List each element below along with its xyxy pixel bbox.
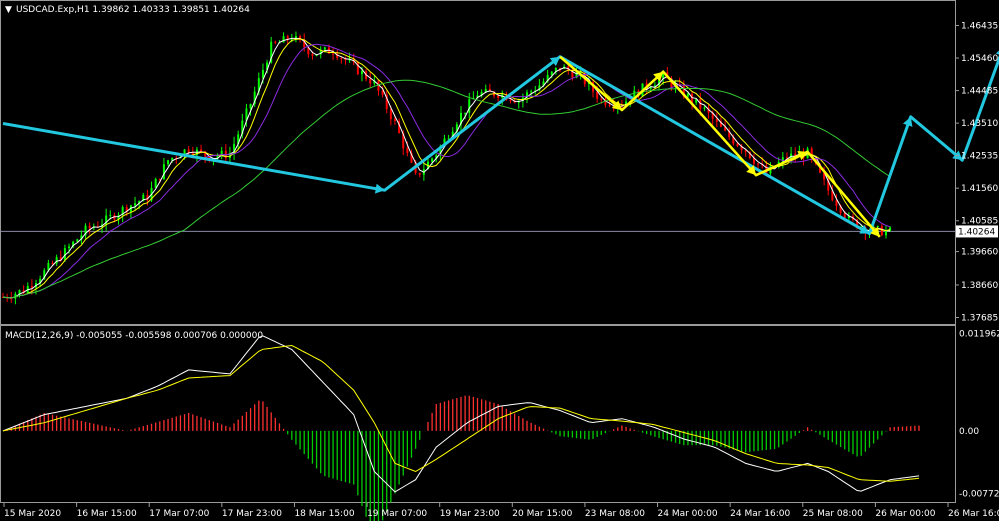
chart-window: 1.46435 1.45460 1.44485 1.43510 1.42535 1.415… <box>0 0 999 521</box>
y-tick-label: 1.45460 <box>961 54 998 64</box>
candle-body <box>406 148 409 153</box>
y-tick-label: 1.38660 <box>961 281 998 291</box>
macd-layer <box>2 335 920 521</box>
x-tick-label: 18 Mar 15:00 <box>294 509 354 519</box>
candle-body <box>68 246 71 249</box>
candle-body <box>167 160 170 165</box>
x-tick-label: 15 Mar 2020 <box>4 509 61 519</box>
candle-body <box>360 71 363 75</box>
candle-body <box>757 163 760 165</box>
macd-y-tick-label: 0.00 <box>959 427 979 437</box>
dropdown-triangle-icon[interactable]: ▼ <box>5 5 12 15</box>
candle-body <box>843 213 846 219</box>
candle-body <box>162 164 165 180</box>
x-tick-label: 19 Mar 23:00 <box>440 509 500 519</box>
y-tick-label: 1.44485 <box>961 87 998 97</box>
candle-body <box>154 178 157 188</box>
candle-body <box>332 53 335 55</box>
x-tick-label: 17 Mar 23:00 <box>222 509 282 519</box>
candle-body <box>311 54 314 56</box>
candle-body <box>464 112 467 114</box>
candle-body <box>736 143 739 147</box>
y-tick-label: 1.42535 <box>961 152 998 162</box>
candle-body <box>884 230 887 236</box>
price-chart-title: USDCAD.Exp,H1 1.39862 1.40333 1.39851 1.… <box>16 5 250 15</box>
candle-body <box>109 215 112 217</box>
macd-y-tick-label: -0.007724 <box>959 490 999 500</box>
x-tick-label: 26 Mar 16:00 <box>948 509 999 519</box>
candle-body <box>880 226 883 236</box>
candle-body <box>550 71 553 75</box>
price-pane-frame <box>0 0 956 325</box>
candle-body <box>171 157 174 161</box>
candle-body <box>530 91 533 93</box>
candle-body <box>369 78 372 84</box>
candle-body <box>187 149 190 153</box>
candle-body <box>282 36 285 43</box>
candle-body <box>608 104 611 106</box>
candle-body <box>596 91 599 99</box>
candle-body <box>340 58 343 60</box>
x-tick-label: 16 Mar 15:00 <box>77 509 137 519</box>
candle-body <box>88 225 91 229</box>
moving-average-line <box>2 79 891 299</box>
x-tick-label: 24 Mar 00:00 <box>658 509 718 519</box>
x-tick-label: 23 Mar 08:00 <box>585 509 645 519</box>
candle-body <box>785 157 788 159</box>
candle-body <box>200 149 203 152</box>
candle-body <box>134 203 137 206</box>
x-tick-label: 24 Mar 16:00 <box>730 509 790 519</box>
y-tick-label: 1.40585 <box>961 217 998 227</box>
candle-body <box>703 107 706 109</box>
y-tick-label: 1.46435 <box>961 22 998 32</box>
candle-body <box>497 95 500 98</box>
x-tick-label: 17 Mar 07:00 <box>149 509 209 519</box>
macd-title: MACD(12,26,9) -0.005055 -0.005598 0.0007… <box>5 331 263 341</box>
candle-body <box>51 263 54 265</box>
candle-body <box>274 41 277 43</box>
candle-body <box>431 158 434 162</box>
candle-body <box>649 87 652 89</box>
macd-y-tick-label: 0.011962 <box>959 330 999 340</box>
y-tick-label: 1.41560 <box>961 184 998 194</box>
candle-body <box>30 286 33 288</box>
current-price-label: 1.40264 <box>958 227 995 237</box>
moving-average-line <box>2 43 891 299</box>
x-tick-label: 19 Mar 07:00 <box>367 509 427 519</box>
candle-body <box>323 47 326 50</box>
price-layer <box>2 31 892 305</box>
candle-body <box>393 119 396 122</box>
x-tick-label: 20 Mar 15:00 <box>512 509 572 519</box>
y-tick-label: 1.37685 <box>961 313 998 323</box>
candle-body <box>389 109 392 120</box>
candle-body <box>249 104 252 109</box>
candle-body <box>509 100 512 102</box>
x-tick-label: 25 Mar 08:00 <box>803 509 863 519</box>
y-tick-label: 1.39660 <box>961 248 998 258</box>
candle-body <box>600 98 603 100</box>
x-tick-label: 26 Mar 00:00 <box>875 509 935 519</box>
candle-body <box>686 93 689 97</box>
candle-body <box>418 172 421 175</box>
chart-canvas[interactable]: 1.46435 1.45460 1.44485 1.43510 1.42535 1.415… <box>0 0 999 521</box>
y-tick-label: 1.43510 <box>961 119 998 129</box>
